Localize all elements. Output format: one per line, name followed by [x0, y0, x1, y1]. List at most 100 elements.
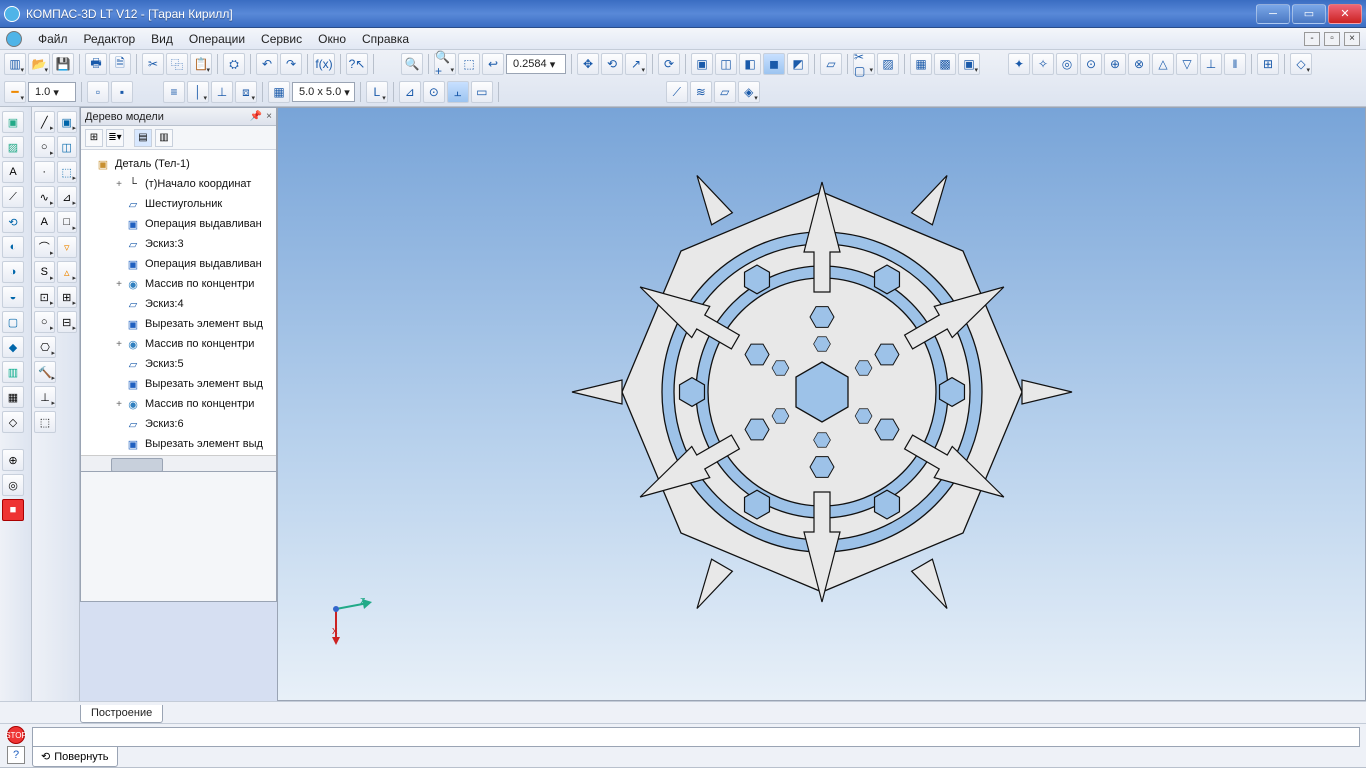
ptb-4[interactable]: ▥	[155, 129, 173, 147]
lt1-15[interactable]: ◎	[2, 474, 24, 496]
style-4[interactable]: ⧈	[235, 81, 257, 103]
preview-button[interactable]: 🗎	[109, 53, 131, 75]
lt2-a7[interactable]: S	[34, 261, 55, 283]
section-button[interactable]: ✂▢	[853, 53, 875, 75]
snap-4[interactable]: ⊙	[1080, 53, 1102, 75]
lt2-b7[interactable]: ▵	[57, 261, 78, 283]
lt2-a13[interactable]: ⬚	[34, 411, 56, 433]
new-doc-button[interactable]: ▥	[4, 53, 26, 75]
print-button[interactable]: 🖶	[85, 53, 107, 75]
snap-3[interactable]: ◎	[1056, 53, 1078, 75]
tree-item[interactable]: ▣Операция выдавливан	[83, 254, 274, 274]
tree-item[interactable]: ▣Вырезать элемент выд	[83, 434, 274, 454]
lt1-1[interactable]: ▣	[2, 111, 24, 133]
lt1-13[interactable]: ◇	[2, 411, 24, 433]
lt1-11[interactable]: ▥	[2, 361, 24, 383]
hide-3[interactable]: ▣	[958, 53, 980, 75]
mdi-restore[interactable]: ▫	[1324, 32, 1340, 46]
undo-button[interactable]: ↶	[256, 53, 278, 75]
lt1-2[interactable]: ▨	[2, 136, 24, 158]
mdi-close[interactable]: ×	[1344, 32, 1360, 46]
minimize-button[interactable]: ─	[1256, 4, 1290, 24]
sketch-toggle[interactable]: ▭	[471, 81, 493, 103]
lt1-7[interactable]: ◑	[2, 261, 24, 283]
tree-item[interactable]: ▱Эскиз:3	[83, 234, 274, 254]
lt1-10[interactable]: ◆	[2, 336, 24, 358]
copy-button[interactable]: ⿻	[166, 53, 188, 75]
lt1-4[interactable]: ⟋	[2, 186, 24, 208]
menu-window[interactable]: Окно	[310, 30, 354, 48]
filter-1[interactable]: ⟋	[666, 81, 688, 103]
lt1-12[interactable]: ▦	[2, 386, 24, 408]
view-nohidden-button[interactable]: ◧	[739, 53, 761, 75]
ptb-2[interactable]: ≣▾	[106, 129, 124, 147]
open-button[interactable]: 📂	[28, 53, 50, 75]
save-button[interactable]: 💾	[52, 53, 74, 75]
ptb-1[interactable]: ⊞	[85, 129, 103, 147]
lt1-9[interactable]: ▢	[2, 311, 24, 333]
lt2-b5[interactable]: □	[57, 211, 78, 233]
zoom-window-button[interactable]: ⬚	[458, 53, 480, 75]
menu-file[interactable]: Файл	[30, 30, 76, 48]
tree-item[interactable]: ▱Эскиз:6	[83, 414, 274, 434]
lt2-a8[interactable]: ⊡	[34, 286, 55, 308]
snap-9[interactable]: ⊥	[1200, 53, 1222, 75]
linetype-button[interactable]: ━	[4, 81, 26, 103]
refresh-button[interactable]: ⟳	[658, 53, 680, 75]
help-icon[interactable]: ?	[7, 746, 25, 764]
menu-view[interactable]: Вид	[143, 30, 181, 48]
view-shaded-button[interactable]: ◼	[763, 53, 785, 75]
tree-item[interactable]: +◉Массив по концентри	[83, 334, 274, 354]
param-button[interactable]: ⫠	[447, 81, 469, 103]
ucs-button[interactable]: L	[366, 81, 388, 103]
round-button[interactable]: ⊙	[423, 81, 445, 103]
help-pointer-button[interactable]: ?↖	[346, 53, 368, 75]
stop-icon[interactable]: STOP	[7, 726, 25, 744]
snap-5[interactable]: ⊕	[1104, 53, 1126, 75]
model-tree[interactable]: ▣ Деталь (Тел-1) +└(т)Начало координат ▱…	[81, 150, 276, 455]
tree-item[interactable]: +◉Массив по концентри	[83, 274, 274, 294]
layer-2[interactable]: ▪	[111, 81, 133, 103]
snap-2[interactable]: ✧	[1032, 53, 1054, 75]
layer-1[interactable]: ▫	[87, 81, 109, 103]
ortho-button[interactable]: ⊿	[399, 81, 421, 103]
lt2-b9[interactable]: ⊟	[57, 311, 78, 333]
lt2-b1[interactable]: ▣	[57, 111, 78, 133]
grid-size[interactable]: 5.0 x 5.0 ▾	[292, 82, 355, 102]
lt2-a9[interactable]: ○	[34, 311, 55, 333]
simplify-button[interactable]: ▨	[877, 53, 899, 75]
pan-button[interactable]: ✥	[577, 53, 599, 75]
viewport[interactable]: x z	[277, 107, 1366, 701]
command-input[interactable]	[32, 727, 1360, 747]
snap-1[interactable]: ✦	[1008, 53, 1030, 75]
tree-hscroll[interactable]	[81, 455, 276, 471]
menu-help[interactable]: Справка	[354, 30, 417, 48]
lt1-stop[interactable]: ■	[2, 499, 24, 521]
panel-pin[interactable]: 📌	[250, 111, 262, 122]
tree-item[interactable]: ▣Операция выдавливан	[83, 214, 274, 234]
snap-settings[interactable]: ◇	[1290, 53, 1312, 75]
fx-button[interactable]: f(x)	[313, 53, 335, 75]
tree-item[interactable]: ▱Эскиз:4	[83, 294, 274, 314]
tree-item[interactable]: +└(т)Начало координат	[83, 174, 274, 194]
snap-8[interactable]: ▽	[1176, 53, 1198, 75]
lt1-3[interactable]: A	[2, 161, 24, 183]
hide-1[interactable]: ▦	[910, 53, 932, 75]
style-3[interactable]: ⊥	[211, 81, 233, 103]
properties-button[interactable]: ⛭	[223, 53, 245, 75]
grid-button[interactable]: ▦	[268, 81, 290, 103]
lt2-a1[interactable]: ╱	[34, 111, 55, 133]
lt2-b6[interactable]: ▿	[57, 236, 78, 258]
paste-button[interactable]: 📋	[190, 53, 212, 75]
snap-6[interactable]: ⊗	[1128, 53, 1150, 75]
snap-11[interactable]: ⊞	[1257, 53, 1279, 75]
tree-root[interactable]: ▣ Деталь (Тел-1)	[83, 154, 274, 174]
tree-item[interactable]: +◉Массив по концентри	[83, 394, 274, 414]
panel-close[interactable]: ×	[266, 111, 272, 122]
cut-button[interactable]: ✂	[142, 53, 164, 75]
lt1-8[interactable]: ◒	[2, 286, 24, 308]
snap-10[interactable]: ‖	[1224, 53, 1246, 75]
lt1-6[interactable]: ◐	[2, 236, 24, 258]
filter-2[interactable]: ≋	[690, 81, 712, 103]
tree-item[interactable]: ▱Шестиугольник	[83, 194, 274, 214]
